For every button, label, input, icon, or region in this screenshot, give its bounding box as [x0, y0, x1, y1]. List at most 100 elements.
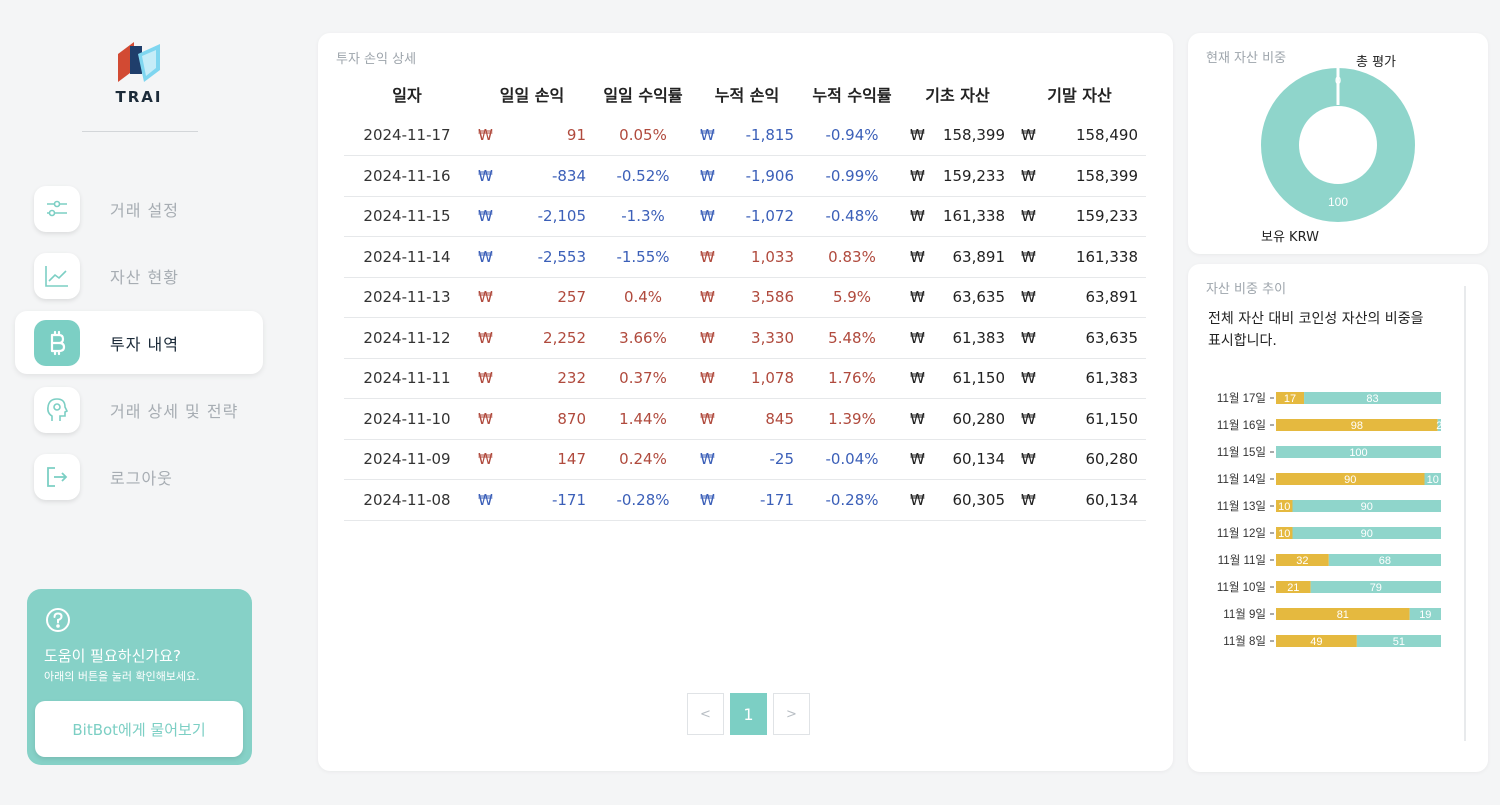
- bar-value-label: 81: [1337, 609, 1349, 621]
- column-header: 일일 손익: [499, 86, 565, 105]
- daily-return: 3.66%: [594, 317, 692, 359]
- bar-value-label: 49: [1310, 636, 1322, 648]
- cumulative-pnl: -171: [720, 479, 802, 521]
- help-title: 도움이 필요하신가요?: [44, 647, 181, 665]
- trend-description: 전체 자산 대비 코인성 자산의 비중을 표시합니다.: [1208, 308, 1433, 352]
- sidebar-item-investment-history[interactable]: 투자 내역: [15, 311, 263, 374]
- pnl-detail-card: 투자 손익 상세 일자 일일 손익 일일 수익률 누적 손익 누적 수익률 기초…: [318, 33, 1173, 771]
- currency-symbol: ₩: [692, 115, 720, 156]
- currency-symbol: ₩: [902, 398, 930, 440]
- brain-head-icon: [34, 386, 80, 433]
- column-header: 일일 수익률: [603, 86, 683, 105]
- chart-line-icon: [34, 252, 80, 299]
- currency-symbol: ₩: [1013, 277, 1041, 318]
- ending-assets: 61,383: [1041, 358, 1146, 399]
- description-text: 전체 자산 대비 코인성 자산의 비중을 표시합니다.: [1208, 311, 1424, 349]
- sidebar-item-trade-strategy[interactable]: 거래 상세 및 전략: [15, 378, 263, 441]
- scrollbar[interactable]: [1464, 286, 1466, 741]
- bar-value-label: 10: [1427, 474, 1439, 486]
- row-date: 2024-11-10: [344, 398, 470, 440]
- column-header: 기말 자산: [1047, 86, 1112, 105]
- page-1-button[interactable]: 1: [730, 693, 767, 735]
- beginning-assets: 60,280: [930, 398, 1013, 440]
- cumulative-pnl: 1,033: [720, 236, 802, 278]
- table-row: 2024-11-10 ₩870 1.44% ₩845 1.39% ₩60,280 ₩61,1…: [344, 398, 1146, 440]
- bar-value-label: 90: [1344, 474, 1356, 486]
- currency-symbol: ₩: [692, 398, 720, 440]
- row-date: 2024-11-16: [344, 155, 470, 197]
- sidebar-divider: [82, 131, 198, 132]
- bar-value-label: 83: [1366, 393, 1378, 405]
- legend-label-krw: 보유 KRW: [1261, 230, 1319, 245]
- daily-pnl: 870: [498, 398, 594, 440]
- pnl-table: 일자 일일 손익 일일 수익률 누적 손익 누적 수익률 기초 자산 기말 자산…: [344, 73, 1146, 521]
- next-page-button[interactable]: >: [773, 693, 810, 735]
- column-header: 일자: [392, 86, 422, 105]
- cumulative-pnl: 3,586: [720, 277, 802, 318]
- daily-return: -1.55%: [594, 236, 692, 278]
- currency-symbol: ₩: [692, 236, 720, 278]
- donut-chart: 0 100: [1261, 67, 1415, 222]
- cumulative-return: -0.28%: [802, 479, 902, 521]
- app-logo[interactable]: TRAI: [112, 40, 166, 106]
- category-tick-label: 11월 16일: [1217, 418, 1266, 432]
- currency-symbol: ₩: [692, 479, 720, 521]
- currency-symbol: ₩: [1013, 398, 1041, 440]
- beginning-assets: 60,134: [930, 439, 1013, 480]
- bar-value-label: 21: [1287, 582, 1299, 594]
- bar-value-label: 90: [1361, 528, 1373, 540]
- bar-value-label: 10: [1278, 501, 1290, 513]
- cumulative-pnl: -1,815: [720, 115, 802, 156]
- currency-symbol: ₩: [902, 479, 930, 521]
- table-row: 2024-11-09 ₩147 0.24% ₩ -25 -0.04% ₩60,134 ₩60,…: [344, 439, 1146, 480]
- asset-ratio-trend-card: 자산 비중 추이 전체 자산 대비 코인성 자산의 비중을 표시합니다. 11월…: [1188, 264, 1488, 772]
- donut-value-label: 100: [1328, 195, 1348, 209]
- cumulative-return: 1.39%: [802, 398, 902, 440]
- prev-page-button[interactable]: <: [687, 693, 724, 735]
- daily-return: 0.37%: [594, 358, 692, 399]
- ending-assets: 60,134: [1041, 479, 1146, 521]
- currency-symbol: ₩: [692, 155, 720, 197]
- beginning-assets: 63,891: [930, 236, 1013, 278]
- currency-symbol: ₩: [470, 196, 498, 237]
- daily-return: 1.44%: [594, 398, 692, 440]
- currency-symbol: ₩: [1013, 196, 1041, 237]
- currency-symbol: ₩: [1013, 358, 1041, 399]
- cumulative-return: -0.94%: [802, 115, 902, 156]
- currency-symbol: ₩: [902, 317, 930, 359]
- stacked-bar-chart: 11월 17일 17 83 11월 16일 98 2 11월 15일 100 11월 14일 90…: [1217, 391, 1443, 648]
- bar-value-label: 51: [1393, 636, 1405, 648]
- beginning-assets: 61,383: [930, 317, 1013, 359]
- category-tick-label: 11월 12일: [1217, 526, 1266, 540]
- category-tick-label: 11월 10일: [1217, 580, 1266, 594]
- currency-symbol: ₩: [470, 398, 498, 440]
- table-row: 2024-11-08 ₩ -171 -0.28% ₩ -171 -0.28% ₩60,305 ₩…: [344, 479, 1146, 521]
- card-title: 투자 손익 상세: [336, 52, 417, 67]
- daily-pnl: 147: [498, 439, 594, 480]
- row-date: 2024-11-12: [344, 317, 470, 359]
- currency-symbol: ₩: [902, 439, 930, 480]
- daily-pnl: 232: [498, 358, 594, 399]
- cumulative-return: -0.48%: [802, 196, 902, 237]
- table-row: 2024-11-16 ₩ -834 -0.52% ₩ -1,906 -0.99% ₩159,2…: [344, 155, 1146, 197]
- cumulative-return: -0.04%: [802, 439, 902, 480]
- currency-symbol: ₩: [1013, 479, 1041, 521]
- daily-pnl: -834: [498, 155, 594, 197]
- cumulative-pnl: 1,078: [720, 358, 802, 399]
- sliders-icon: [34, 185, 80, 232]
- ask-bitbot-button[interactable]: BitBot에게 물어보기: [35, 701, 243, 757]
- bar-value-label: 90: [1361, 501, 1373, 513]
- card-title: 자산 비중 추이: [1206, 282, 1287, 297]
- category-tick-label: 11월 8일: [1223, 634, 1266, 648]
- sidebar-item-asset-status[interactable]: 자산 현황: [15, 244, 263, 307]
- sidebar-item-trade-settings[interactable]: 거래 설정: [15, 177, 263, 240]
- currency-symbol: ₩: [470, 115, 498, 156]
- bitcoin-icon: [34, 319, 80, 366]
- currency-symbol: ₩: [470, 155, 498, 197]
- cumulative-pnl: -1,072: [720, 196, 802, 237]
- daily-pnl: -2,553: [498, 236, 594, 278]
- table-row: 2024-11-11 ₩232 0.37% ₩1,078 1.76% ₩61,150 ₩61…: [344, 358, 1146, 399]
- sidebar-item-logout[interactable]: 로그아웃: [15, 445, 263, 508]
- row-date: 2024-11-14: [344, 236, 470, 278]
- daily-return: 0.05%: [594, 115, 692, 156]
